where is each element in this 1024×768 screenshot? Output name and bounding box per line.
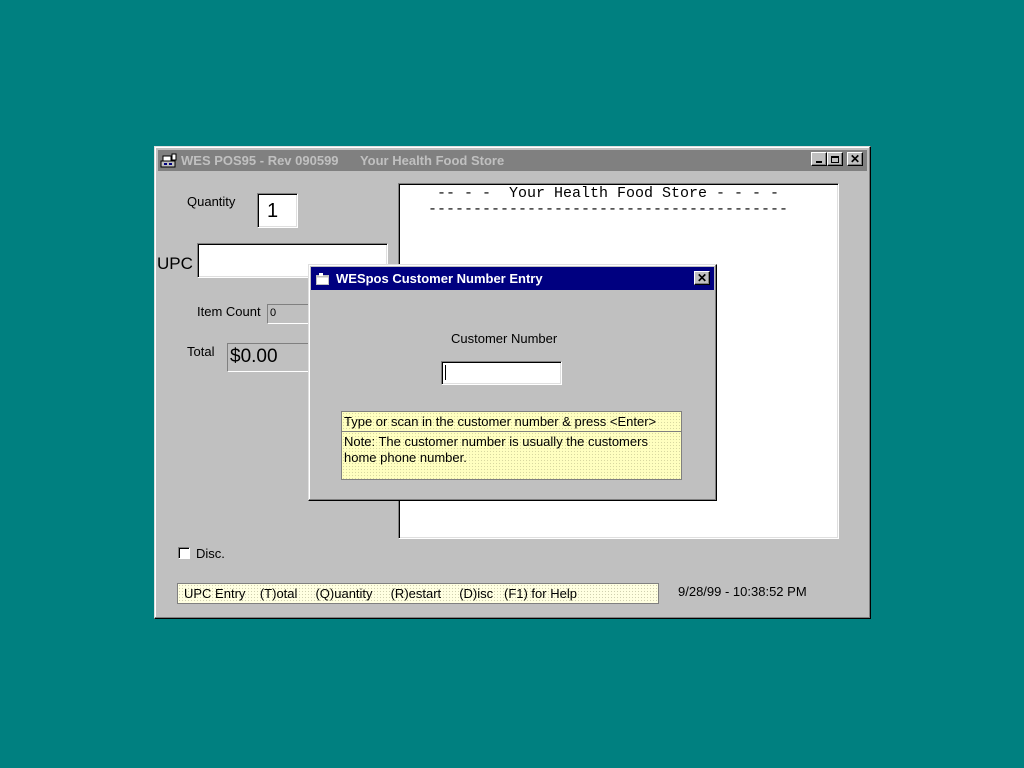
upc-label: UPC <box>157 254 193 273</box>
receipt-header: -- - - Your Health Food Store - - - - <box>437 185 780 202</box>
note-text: Note: The customer number is usually the… <box>344 434 648 465</box>
customer-number-input[interactable] <box>441 361 562 385</box>
note-box: Note: The customer number is usually the… <box>341 431 682 480</box>
maximize-button[interactable] <box>827 152 843 166</box>
main-window-title: WES POS95 - Rev 090599 Your Health Food … <box>181 153 505 168</box>
customer-number-dialog: WESpos Customer Number Entry ✕ Customer … <box>308 264 717 501</box>
disc-checkbox[interactable] <box>178 547 190 559</box>
total-label: Total <box>187 344 215 359</box>
window-icon[interactable] <box>316 272 330 285</box>
receipt-rule: ---------------------------------------- <box>428 201 789 218</box>
close-button[interactable]: ✕ <box>847 152 863 166</box>
dialog-title: WESpos Customer Number Entry <box>336 271 543 286</box>
quantity-label: Quantity <box>187 194 236 209</box>
datetime-display: 9/28/99 - 10:38:52 PM <box>678 584 807 599</box>
dialog-close-button[interactable]: ✕ <box>694 271 710 285</box>
close-icon: ✕ <box>696 271 708 285</box>
quantity-field[interactable]: 1 <box>257 193 298 228</box>
maximize-icon <box>831 155 839 163</box>
item-count-label: Item Count <box>197 304 261 319</box>
customer-number-label: Customer Number <box>451 331 558 346</box>
text-cursor <box>445 365 446 380</box>
pos-register-icon[interactable] <box>160 153 178 169</box>
disc-label[interactable]: Disc. <box>196 546 225 561</box>
instruction-box: Type or scan in the customer number & pr… <box>341 411 682 432</box>
instruction-text: Type or scan in the customer number & pr… <box>344 414 657 429</box>
minimize-button[interactable] <box>811 152 827 166</box>
dialog-titlebar[interactable]: WESpos Customer Number Entry ✕ <box>311 267 714 290</box>
close-icon: ✕ <box>849 152 861 166</box>
minimize-icon <box>816 161 822 163</box>
main-titlebar[interactable]: WES POS95 - Rev 090599 Your Health Food … <box>158 150 867 171</box>
quantity-value: 1 <box>267 200 279 222</box>
total-field: $0.00 <box>227 343 313 372</box>
item-count-value: 0 <box>270 307 277 319</box>
item-count-field: 0 <box>267 304 313 324</box>
total-value: $0.00 <box>230 346 278 367</box>
status-hint-bar: UPC Entry (T)otal (Q)uantity (R)estart (… <box>177 583 659 604</box>
status-hint-text: UPC Entry (T)otal (Q)uantity (R)estart (… <box>184 586 577 601</box>
